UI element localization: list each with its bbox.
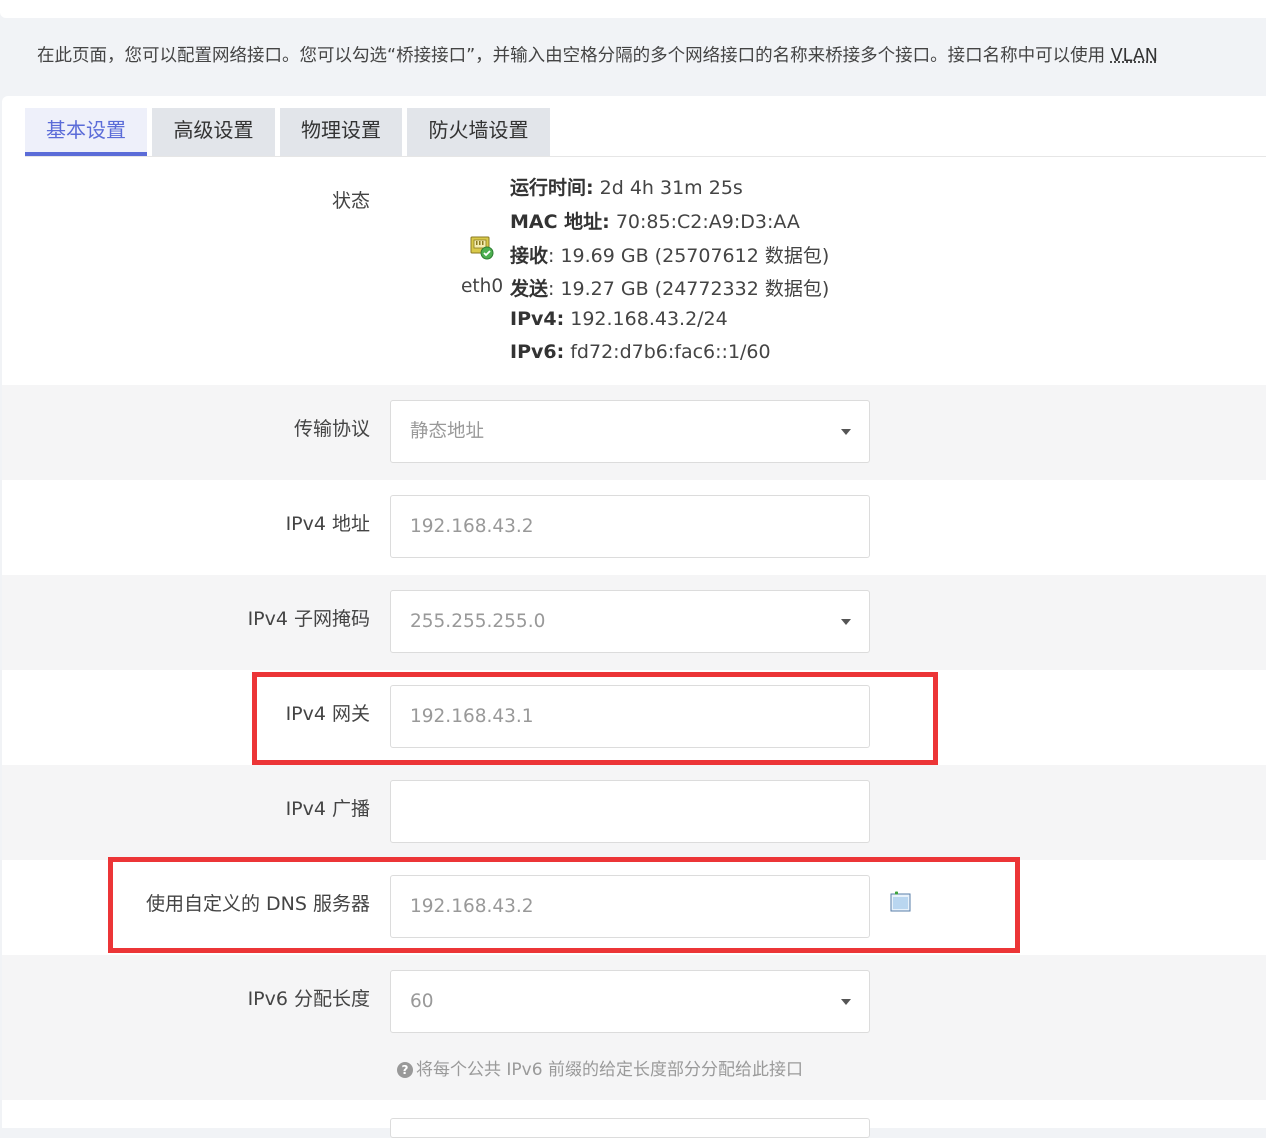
- status-rx: 接收: 19.69 GB (25707612 数据包): [510, 241, 829, 268]
- vlan-link[interactable]: VLAN: [1111, 46, 1158, 66]
- ipv6-assign-hint: ? 将每个公共 IPv6 前缀的给定长度部分分配给此接口: [397, 1055, 803, 1080]
- ipv4-netmask-label: IPv4 子网掩码: [247, 608, 370, 630]
- tab-physical-settings[interactable]: 物理设置: [280, 108, 402, 156]
- status-uptime: 运行时间: 2d 4h 31m 25s: [510, 173, 743, 200]
- status-value: 192.168.43.2/24: [564, 308, 728, 330]
- ipv6-assign-hint-text: 将每个公共 IPv6 前缀的给定长度部分分配给此接口: [416, 1060, 803, 1080]
- ipv6-assign-value: 60: [410, 991, 434, 1012]
- chevron-down-icon: [841, 619, 851, 625]
- page-description: 在此页面，您可以配置网络接口。您可以勾选“桥接接口”，并输入由空格分隔的多个网络…: [37, 44, 1266, 68]
- chevron-down-icon: [841, 999, 851, 1005]
- status-key: 接收: [510, 245, 549, 267]
- ipv4-netmask-select[interactable]: 255.255.255.0: [390, 590, 870, 653]
- ipv6-assign-label: IPv6 分配长度: [247, 988, 370, 1010]
- ethernet-port-icon: [470, 236, 494, 260]
- description-text: 在此页面，您可以配置网络接口。您可以勾选“桥接接口”，并输入由空格分隔的多个网络…: [37, 46, 1111, 66]
- ipv4-broadcast-label: IPv4 广播: [285, 798, 370, 820]
- status-value: : 19.27 GB (24772332 数据包): [548, 278, 830, 300]
- protocol-select[interactable]: 静态地址: [390, 400, 870, 463]
- help-icon: ?: [397, 1062, 413, 1078]
- status-key: MAC 地址:: [510, 211, 610, 233]
- tab-firewall-settings[interactable]: 防火墙设置: [407, 108, 550, 156]
- status-key: 发送: [510, 278, 549, 300]
- chevron-down-icon: [841, 429, 851, 435]
- status-ipv4: IPv4: 192.168.43.2/24: [510, 308, 728, 330]
- status-value: : 19.69 GB (25707612 数据包): [548, 245, 830, 267]
- status-key: 运行时间:: [510, 177, 594, 199]
- ipv4-broadcast-input[interactable]: [390, 780, 870, 843]
- status-mac: MAC 地址: 70:85:C2:A9:D3:AA: [510, 207, 800, 234]
- tab-divider: [25, 156, 1266, 157]
- status-key: IPv6:: [510, 341, 565, 363]
- status-label: 状态: [331, 190, 370, 212]
- ipv4-address-input[interactable]: 192.168.43.2: [390, 495, 870, 558]
- ipv4-address-label: IPv4 地址: [285, 513, 370, 535]
- gateway-highlight-box: [252, 672, 938, 765]
- status-ipv6: IPv6: fd72:d7b6:fac6::1/60: [510, 341, 771, 363]
- ipv4-netmask-value: 255.255.255.0: [410, 611, 546, 632]
- next-field[interactable]: [390, 1118, 870, 1138]
- dns-highlight-box: [108, 857, 1020, 953]
- status-key: IPv4:: [510, 308, 565, 330]
- status-value: 70:85:C2:A9:D3:AA: [609, 211, 800, 233]
- status-value: fd72:d7b6:fac6::1/60: [564, 341, 771, 363]
- ipv6-assign-select[interactable]: 60: [390, 970, 870, 1033]
- status-value: 2d 4h 31m 25s: [593, 177, 743, 199]
- top-card: [0, 0, 1266, 18]
- tab-advanced-settings[interactable]: 高级设置: [152, 108, 275, 156]
- status-tx: 发送: 19.27 GB (24772332 数据包): [510, 274, 829, 301]
- protocol-label: 传输协议: [293, 418, 370, 440]
- tab-basic-settings[interactable]: 基本设置: [25, 108, 147, 156]
- device-name: eth0: [461, 276, 504, 297]
- protocol-value: 静态地址: [410, 421, 485, 442]
